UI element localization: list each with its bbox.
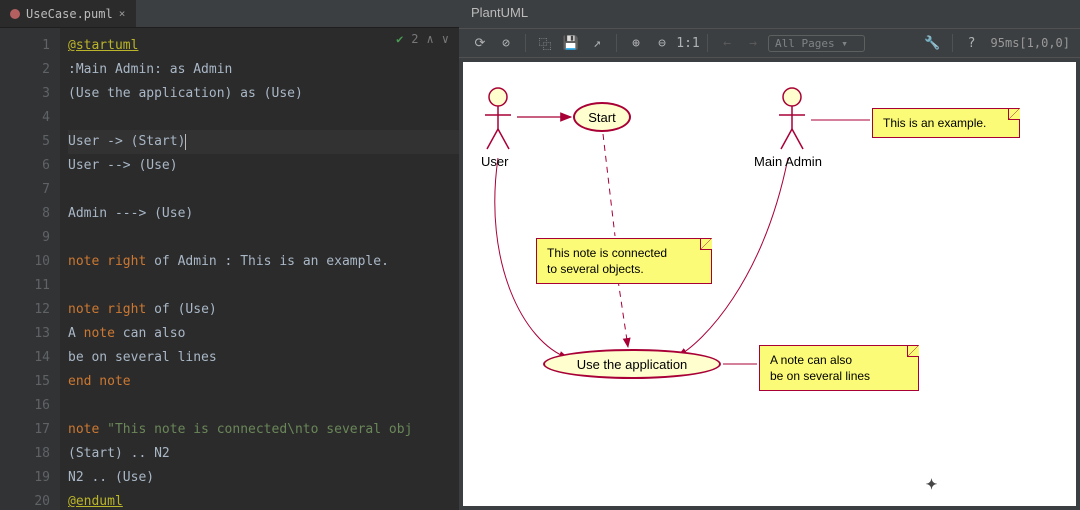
- close-icon[interactable]: ×: [119, 7, 126, 20]
- diagram-canvas[interactable]: Use (curved) --> Use --> UserMain AdminS…: [463, 62, 1076, 506]
- settings-icon[interactable]: 🔧: [922, 32, 944, 54]
- code-line[interactable]: (Use the application) as (Use): [68, 82, 459, 106]
- note-box: A note can alsobe on several lines: [759, 345, 919, 391]
- export-icon[interactable]: ↗: [586, 32, 608, 54]
- zoom-in-icon[interactable]: ⊕: [625, 32, 647, 54]
- page-select[interactable]: All Pages ▾: [768, 35, 865, 52]
- line-gutter: 1234567891011121314151617181920: [0, 28, 60, 510]
- code-line[interactable]: User --> (Use): [68, 154, 459, 178]
- code-line[interactable]: N2 .. (Use): [68, 466, 459, 490]
- code-line[interactable]: User -> (Start): [68, 130, 459, 154]
- code-line[interactable]: @startuml: [68, 34, 459, 58]
- code-line[interactable]: (Start) .. N2: [68, 442, 459, 466]
- code-line[interactable]: be on several lines: [68, 346, 459, 370]
- zoom-ratio-icon[interactable]: 1:1: [677, 32, 699, 54]
- code-line[interactable]: @enduml: [68, 490, 459, 510]
- render-timing: 95ms[1,0,0]: [987, 36, 1070, 50]
- tab-label: UseCase.puml: [26, 7, 113, 21]
- code-line[interactable]: note "This note is connected\nto several…: [68, 418, 459, 442]
- refresh-icon[interactable]: ⟳: [469, 32, 491, 54]
- editor-body[interactable]: ✔ 2 ∧ ∨ 1234567891011121314151617181920 …: [0, 28, 459, 510]
- preview-pane: PlantUML ⟳ ⊘ ⿻ 💾 ↗ ⊕ ⊖ 1:1 ← → All Pages…: [459, 0, 1080, 510]
- editor-pane: UseCase.puml × ✔ 2 ∧ ∨ 12345678910111213…: [0, 0, 459, 510]
- next-page-icon[interactable]: →: [742, 32, 764, 54]
- editor-tab-usecase[interactable]: UseCase.puml ×: [0, 0, 136, 27]
- code-line[interactable]: :Main Admin: as Admin: [68, 58, 459, 82]
- usecase-ellipse: Use the application: [543, 349, 721, 379]
- save-icon[interactable]: 💾: [560, 32, 582, 54]
- file-type-icon: [10, 9, 20, 19]
- code-line[interactable]: end note: [68, 370, 459, 394]
- watermark: ✦ Java技术栈: [918, 468, 1066, 500]
- code-line[interactable]: [68, 178, 459, 202]
- copy-icon[interactable]: ⿻: [534, 32, 556, 54]
- note-box: This is an example.: [872, 108, 1020, 138]
- prev-page-icon[interactable]: ←: [716, 32, 738, 54]
- help-icon[interactable]: ?: [961, 32, 983, 54]
- code-line[interactable]: [68, 394, 459, 418]
- code-line[interactable]: [68, 274, 459, 298]
- preview-toolbar: ⟳ ⊘ ⿻ 💾 ↗ ⊕ ⊖ 1:1 ← → All Pages ▾ 🔧 ? 95…: [459, 28, 1080, 58]
- editor-tabs: UseCase.puml ×: [0, 0, 459, 28]
- wechat-icon: ✦: [918, 472, 946, 496]
- code-line[interactable]: [68, 106, 459, 130]
- code-line[interactable]: note right of (Use): [68, 298, 459, 322]
- code-line[interactable]: Admin ---> (Use): [68, 202, 459, 226]
- watermark-text: Java技术栈: [954, 468, 1066, 500]
- actor-figure: [775, 87, 809, 151]
- usecase-ellipse: Start: [573, 102, 631, 132]
- code-area[interactable]: @startuml:Main Admin: as Admin(Use the a…: [60, 28, 459, 510]
- code-line[interactable]: [68, 226, 459, 250]
- note-box: This note is connectedto several objects…: [536, 238, 712, 284]
- preview-title: PlantUML: [459, 0, 1080, 28]
- code-line[interactable]: note right of Admin : This is an example…: [68, 250, 459, 274]
- zoom-out-icon[interactable]: ⊖: [651, 32, 673, 54]
- actor-figure: [481, 87, 515, 151]
- actor-label: Main Admin: [754, 154, 822, 169]
- code-line[interactable]: A note can also: [68, 322, 459, 346]
- stop-icon[interactable]: ⊘: [495, 32, 517, 54]
- actor-label: User: [481, 154, 508, 169]
